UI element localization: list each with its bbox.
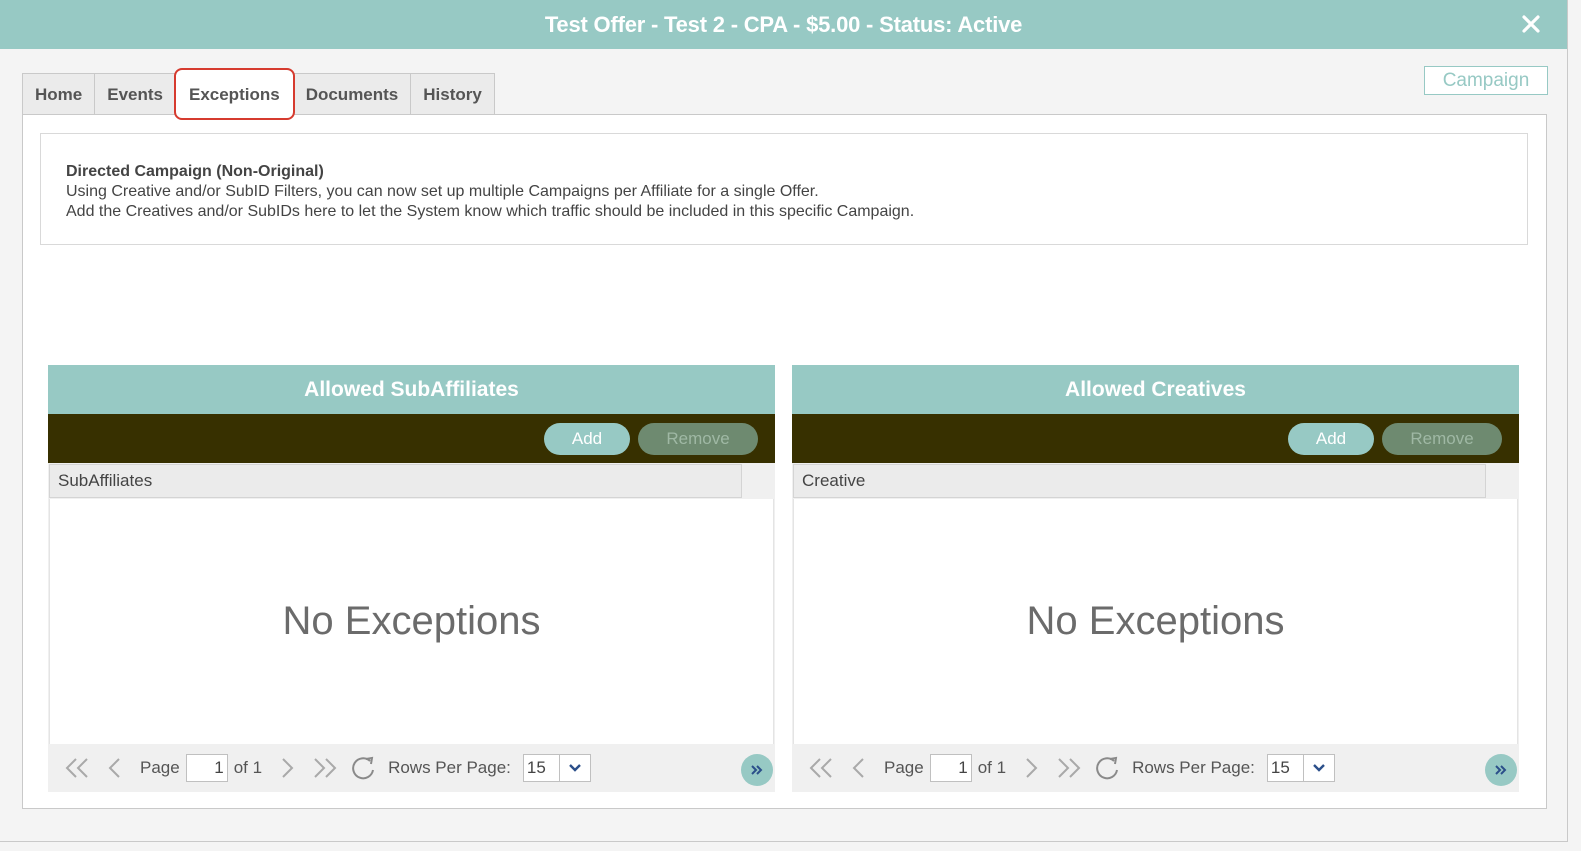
chevron-down-icon: [569, 764, 581, 772]
page-count-label: of 1: [977, 758, 1007, 777]
rows-per-page-select[interactable]: 15: [1266, 754, 1335, 782]
first-page-icon: [65, 758, 88, 778]
page-label: Page: [884, 758, 924, 777]
panel-toolbar: Add Remove: [48, 414, 775, 463]
tab-bar: Home Events Exceptions Documents History: [22, 68, 495, 120]
remove-subaffiliate-button[interactable]: Remove: [638, 422, 758, 455]
first-page-button[interactable]: [802, 753, 840, 783]
offer-modal: Test Offer - Test 2 - CPA - $5.00 - Stat…: [0, 0, 1568, 842]
info-line-2: Add the Creatives and/or SubIDs here to …: [66, 203, 915, 220]
refresh-icon: [1096, 756, 1119, 780]
refresh-button[interactable]: [1088, 753, 1126, 783]
campaign-button[interactable]: Campaign: [1424, 66, 1548, 95]
panel-title: Allowed SubAffiliates: [48, 365, 775, 414]
more-button[interactable]: [741, 754, 773, 786]
next-page-button[interactable]: [268, 753, 306, 783]
last-page-icon: [314, 758, 337, 778]
modal-titlebar: Test Offer - Test 2 - CPA - $5.00 - Stat…: [0, 0, 1567, 49]
page-number-input[interactable]: [929, 754, 972, 782]
rows-per-page-value: 15: [1268, 755, 1304, 781]
grid-body: No Exceptions: [793, 499, 1518, 744]
double-chevron-right-icon: [751, 765, 763, 775]
rows-per-page-select[interactable]: 15: [522, 754, 591, 782]
next-page-icon: [1026, 758, 1038, 778]
refresh-icon: [352, 756, 375, 780]
prev-page-button[interactable]: [840, 753, 878, 783]
modal-title: Test Offer - Test 2 - CPA - $5.00 - Stat…: [544, 11, 1023, 37]
tab-documents[interactable]: Documents: [292, 73, 412, 115]
first-page-icon: [809, 758, 832, 778]
tab-content: Directed Campaign (Non-Original) Using C…: [22, 114, 1547, 809]
rows-per-page-dropdown[interactable]: [560, 755, 590, 781]
page-count-label: of 1: [233, 758, 263, 777]
info-heading: Directed Campaign (Non-Original): [66, 163, 324, 180]
rows-per-page-label: Rows Per Page:: [388, 758, 511, 777]
column-header-row: SubAffiliates: [48, 463, 775, 499]
add-creative-button[interactable]: Add: [1288, 422, 1374, 455]
refresh-button[interactable]: [344, 753, 382, 783]
double-chevron-right-icon: [1495, 765, 1507, 775]
prev-page-icon: [108, 758, 120, 778]
column-header-row: Creative: [792, 463, 1519, 499]
close-icon: [1522, 15, 1540, 33]
next-page-icon: [282, 758, 294, 778]
tab-history[interactable]: History: [410, 73, 495, 115]
tab-events[interactable]: Events: [94, 73, 176, 115]
close-button[interactable]: [1517, 10, 1545, 38]
rows-per-page-dropdown[interactable]: [1304, 755, 1334, 781]
panel-title: Allowed Creatives: [792, 365, 1519, 414]
grid-body: No Exceptions: [49, 499, 774, 744]
next-page-button[interactable]: [1012, 753, 1050, 783]
rows-per-page-label: Rows Per Page:: [1132, 758, 1255, 777]
page-number-input[interactable]: [185, 754, 228, 782]
prev-page-icon: [852, 758, 864, 778]
add-subaffiliate-button[interactable]: Add: [544, 422, 630, 455]
subaffiliates-panel: Allowed SubAffiliates Add Remove SubAffi…: [48, 365, 775, 792]
info-box: Directed Campaign (Non-Original) Using C…: [40, 133, 1528, 245]
first-page-button[interactable]: [58, 753, 96, 783]
rows-per-page-value: 15: [524, 755, 560, 781]
tab-home[interactable]: Home: [22, 73, 96, 115]
pager: Page of 1 Rows Per Page: 15: [792, 744, 1519, 792]
page-label: Page: [140, 758, 180, 777]
info-line-1: Using Creative and/or SubID Filters, you…: [66, 183, 819, 200]
prev-page-button[interactable]: [96, 753, 134, 783]
panel-toolbar: Add Remove: [792, 414, 1519, 463]
creatives-panel: Allowed Creatives Add Remove Creative No…: [792, 365, 1519, 792]
column-header-subaffiliates[interactable]: SubAffiliates: [49, 464, 742, 498]
last-page-icon: [1058, 758, 1081, 778]
last-page-button[interactable]: [306, 753, 344, 783]
last-page-button[interactable]: [1050, 753, 1088, 783]
empty-message: No Exceptions: [1026, 599, 1285, 643]
remove-creative-button[interactable]: Remove: [1382, 422, 1502, 455]
more-button[interactable]: [1485, 754, 1517, 786]
pager: Page of 1 Rows Per Page: 15: [48, 744, 775, 792]
column-header-creative[interactable]: Creative: [793, 464, 1486, 498]
tab-exceptions[interactable]: Exceptions: [173, 68, 295, 120]
chevron-down-icon: [1313, 764, 1325, 772]
empty-message: No Exceptions: [282, 599, 541, 643]
